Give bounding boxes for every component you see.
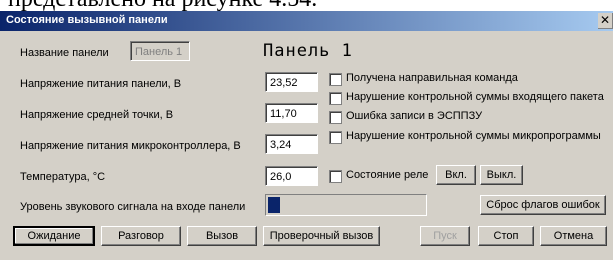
temperature-field: 26,0 [265, 166, 318, 186]
midpoint-voltage-label: Напряжение средней точки, В [20, 109, 174, 121]
call-button[interactable]: Вызов [187, 226, 257, 246]
panel-status-dialog: Состояние вызывной панели ✕ Название пан… [0, 11, 613, 260]
flag-checkbox-firmware-checksum[interactable] [329, 131, 342, 144]
flag-checkbox-wrong-command[interactable] [329, 73, 342, 86]
cancel-button[interactable]: Отмена [540, 226, 607, 246]
panel-voltage-label: Напряжение питания панели, В [20, 78, 182, 90]
relay-off-button[interactable]: Выкл. [480, 165, 523, 185]
flag-checkbox-eeprom-error[interactable] [329, 111, 342, 124]
flag-label-firmware-checksum: Нарушение контрольной суммы микропрограм… [346, 130, 601, 142]
panel-name-field: Панель 1 [130, 41, 190, 61]
panel-name-label: Название панели [20, 47, 109, 59]
talk-button[interactable]: Разговор [101, 226, 181, 246]
mcu-voltage-label: Напряжение питания микроконтроллера, В [20, 140, 241, 152]
reset-error-flags-button[interactable]: Сброс флагов ошибок [480, 195, 606, 215]
start-button[interactable]: Пуск [420, 226, 470, 246]
wait-button[interactable]: Ожидание [13, 226, 95, 246]
close-icon[interactable]: ✕ [598, 13, 613, 29]
midpoint-voltage-field: 11,70 [265, 103, 318, 123]
relay-state-checkbox[interactable] [329, 170, 342, 183]
flag-label-wrong-command: Получена направильная команда [346, 72, 518, 84]
panel-name-display: Панель 1 [263, 41, 353, 61]
flag-label-eeprom-error: Ошибка записи в ЭСППЗУ [346, 110, 483, 122]
mcu-voltage-field: 3,24 [265, 134, 318, 154]
document-text-line: представлено на рисунке 4.54. [0, 0, 613, 11]
sound-level-fill [268, 197, 280, 213]
relay-state-label: Состояние реле [346, 169, 429, 181]
flag-checkbox-packet-checksum[interactable] [329, 92, 342, 105]
window-title: Состояние вызывной панели [6, 14, 168, 26]
title-bar: Состояние вызывной панели ✕ [0, 11, 613, 31]
relay-on-button[interactable]: Вкл. [436, 165, 476, 185]
flag-label-packet-checksum: Нарушение контрольной суммы входящего па… [346, 91, 604, 103]
test-call-button[interactable]: Проверочный вызов [263, 226, 380, 246]
temperature-label: Температура, °С [20, 171, 106, 183]
sound-level-bar [265, 194, 427, 216]
stop-button[interactable]: Стоп [478, 226, 534, 246]
panel-voltage-field: 23,52 [265, 72, 318, 92]
sound-level-label: Уровень звукового сигнала на входе панел… [20, 201, 246, 213]
